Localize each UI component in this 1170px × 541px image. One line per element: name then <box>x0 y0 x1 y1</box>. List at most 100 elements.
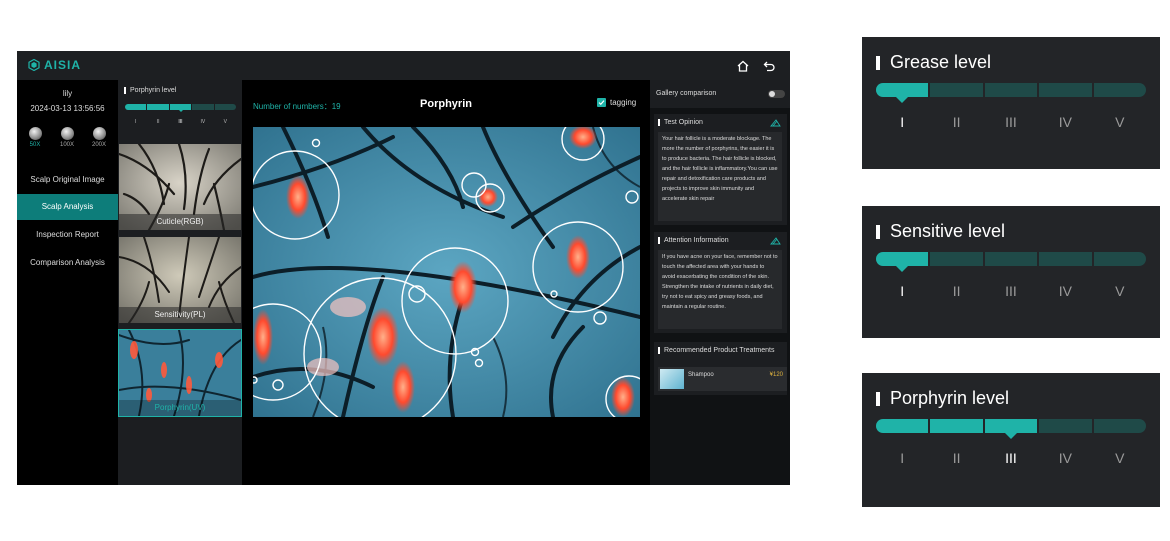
header-marker-icon <box>876 55 880 70</box>
mini-roman-label: III <box>178 119 183 125</box>
attention-header: Attention Information <box>658 237 729 244</box>
right-panel: Gallery comparison Test Opinion Your hai… <box>650 80 790 485</box>
porphyrin-level-header: Porphyrin level <box>124 87 176 94</box>
zoom-50x[interactable]: 50X <box>24 127 46 148</box>
nav-scalp-original-image[interactable]: Scalp Original Image <box>17 167 118 193</box>
nav-scalp-analysis[interactable]: Scalp Analysis <box>17 194 118 220</box>
mini-level-segment <box>125 104 147 110</box>
zoom-100x[interactable]: 100X <box>56 127 78 148</box>
header-marker-icon <box>124 87 126 94</box>
checkbox-checked-icon <box>597 98 606 107</box>
recommend-header: Recommended Product Treatments <box>658 347 775 354</box>
analysis-view: Number of numbers：19 Porphyrin tagging <box>242 80 650 485</box>
zoom-200x[interactable]: 200X <box>88 127 110 148</box>
gallery-comparison-toggle[interactable] <box>768 90 785 98</box>
porphyrin-microscope-image[interactable] <box>253 127 640 417</box>
user-datetime: 2024-03-13 13:56:56 <box>30 104 105 113</box>
nav-comparison-analysis[interactable]: Comparison Analysis <box>17 250 118 276</box>
thumb-caption: Sensitivity(PL) <box>119 307 241 323</box>
porphyrin-level-bar <box>876 419 1146 439</box>
level-roman-label: II <box>952 283 961 299</box>
header-marker-icon <box>658 237 660 244</box>
level-roman-label: III <box>1005 450 1017 466</box>
mini-level-segment <box>214 104 236 110</box>
level-segment <box>1093 83 1146 97</box>
logo-text: AISIA <box>44 58 82 72</box>
attention-card: Attention Information If you have acne o… <box>654 232 787 333</box>
product-name: Shampoo <box>688 372 714 378</box>
nav-inspection-report[interactable]: Inspection Report <box>17 222 118 248</box>
user-name: lily <box>62 89 73 98</box>
header-marker-icon <box>658 347 660 354</box>
home-icon[interactable] <box>736 59 750 73</box>
back-icon[interactable] <box>762 59 776 73</box>
thumbnail-panel: Porphyrin level Cuticle(RGB) Sensitivity… <box>118 80 242 485</box>
level-pointer-icon <box>895 96 910 103</box>
tagging-checkbox[interactable]: tagging <box>597 98 636 107</box>
logo-icon <box>28 59 40 71</box>
level-roman-label: II <box>952 114 961 130</box>
level-segment <box>930 252 983 266</box>
grease-level-bar <box>876 83 1146 103</box>
top-bar: AISIA <box>17 51 790 80</box>
mini-level-segment <box>192 104 214 110</box>
grease-level-title: Grease level <box>876 52 991 73</box>
level-roman-label: V <box>1115 114 1125 130</box>
level-segment <box>1039 252 1092 266</box>
edit-icon[interactable] <box>770 237 781 245</box>
mini-roman-label: IV <box>200 119 206 125</box>
header-marker-icon <box>658 119 660 126</box>
edit-icon[interactable] <box>770 119 781 127</box>
sensitive-level-card: Sensitive level I II III IV V <box>862 206 1160 338</box>
thumb-cuticle-rgb[interactable]: Cuticle(RGB) <box>119 144 241 230</box>
thumb-caption: Cuticle(RGB) <box>119 214 241 230</box>
level-pointer-icon <box>895 265 910 272</box>
level-segment <box>984 419 1038 433</box>
level-segment <box>876 83 929 97</box>
level-segment <box>1039 83 1092 97</box>
magnifier-icon <box>60 127 74 140</box>
level-roman-label: V <box>1115 283 1125 299</box>
product-price: ¥120 <box>769 372 783 378</box>
level-roman-label: I <box>900 114 905 130</box>
gallery-comparison-row: Gallery comparison <box>650 80 790 108</box>
level-segment <box>984 252 1038 266</box>
thumb-sensitivity-pl[interactable]: Sensitivity(PL) <box>119 237 241 323</box>
test-opinion-text: Your hair follicle is a moderate blockag… <box>658 132 782 221</box>
level-roman-label: III <box>1005 114 1017 130</box>
gallery-comparison-label: Gallery comparison <box>656 90 717 97</box>
mini-roman-label: V <box>223 119 227 125</box>
magnifier-icon <box>92 127 106 140</box>
level-roman-label: III <box>1005 283 1017 299</box>
attention-text: If you have acne on your face, remember … <box>658 250 782 329</box>
level-segment <box>930 419 983 433</box>
level-roman-label: V <box>1115 450 1125 466</box>
level-roman-label: I <box>900 450 905 466</box>
level-segment <box>876 252 929 266</box>
left-nav: lily 2024-03-13 13:56:56 50X 100X 200X S… <box>17 80 118 485</box>
header-marker-icon <box>876 391 880 406</box>
grease-level-card: Grease level I II III IV V <box>862 37 1160 169</box>
level-roman-label: IV <box>1058 114 1072 130</box>
level-segment <box>1093 252 1146 266</box>
test-opinion-header: Test Opinion <box>658 119 703 126</box>
level-segment <box>1093 419 1146 433</box>
product-item[interactable]: Shampoo ¥120 <box>658 367 787 391</box>
header-marker-icon <box>876 224 880 239</box>
level-roman-label: IV <box>1058 283 1072 299</box>
product-image <box>660 369 684 389</box>
thumb-caption: Porphyrin(UV) <box>119 400 241 416</box>
sensitive-level-title: Sensitive level <box>876 221 1005 242</box>
porphyrin-level-title: Porphyrin level <box>876 388 1009 409</box>
level-pointer-icon <box>1004 432 1018 439</box>
mini-level-bar <box>125 104 236 112</box>
mini-roman-label: II <box>156 119 160 125</box>
mini-roman-label: I <box>134 119 137 125</box>
view-title: Porphyrin <box>420 98 472 110</box>
app-window: AISIA lily 2024-03-13 13:56:56 50X 100X … <box>17 51 790 485</box>
level-roman-label: IV <box>1058 450 1072 466</box>
level-roman-label: I <box>900 283 905 299</box>
magnifier-icon <box>28 127 42 140</box>
thumb-porphyrin-uv[interactable]: Porphyrin(UV) <box>118 329 242 417</box>
level-segment <box>876 419 929 433</box>
